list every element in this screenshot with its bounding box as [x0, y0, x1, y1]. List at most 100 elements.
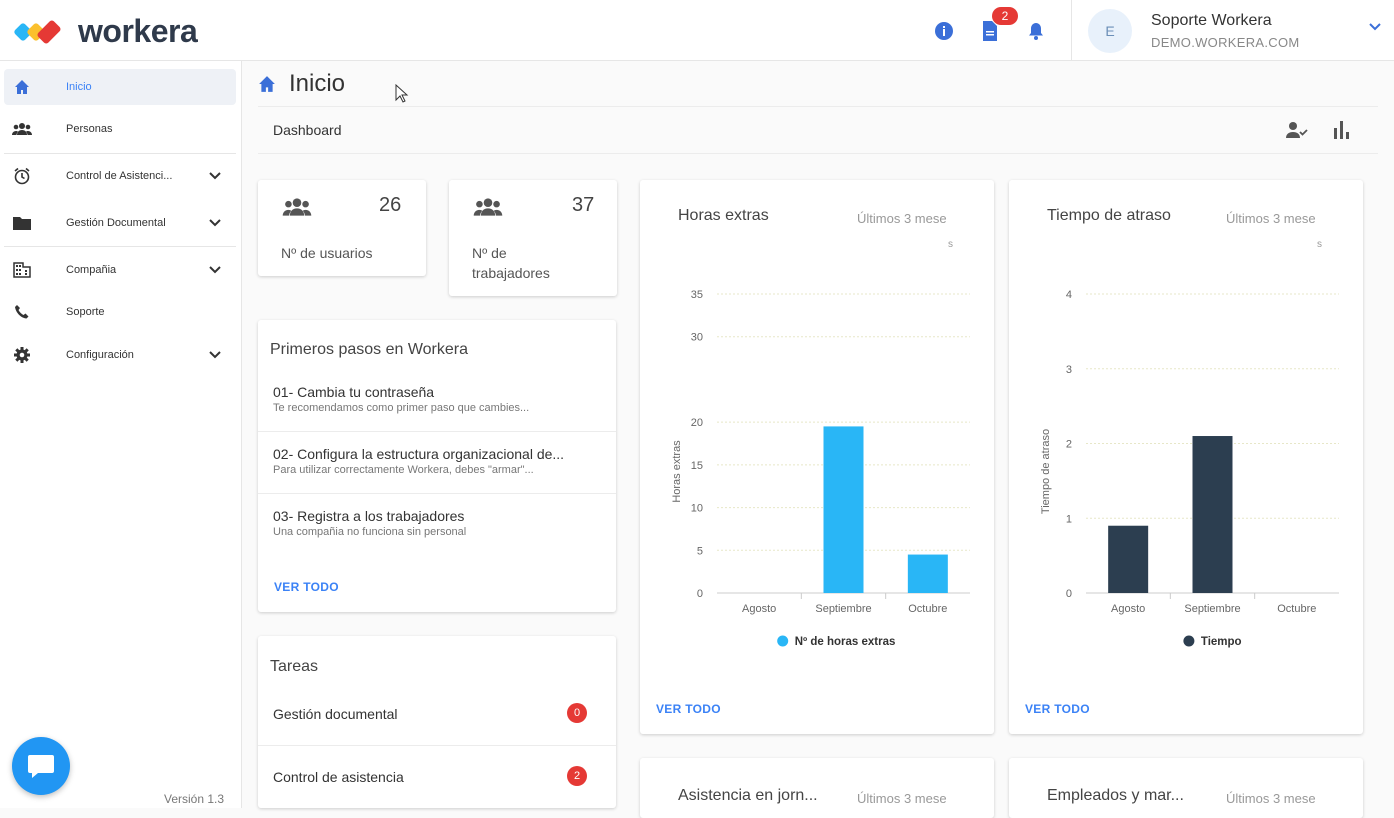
user-menu[interactable]: E Soporte Workera DEMO.WORKERA.COM	[1071, 0, 1394, 61]
step-title: 02- Configura la estructura organizacion…	[273, 446, 565, 462]
x-tick-label: Octubre	[908, 603, 947, 615]
step-desc: Una compañia no funciona sin personal	[273, 526, 467, 538]
bar[interactable]	[823, 426, 864, 593]
breadcrumb: Dashboard	[273, 122, 342, 138]
sidebar-item-compania[interactable]: Compañia	[4, 252, 236, 288]
chat-button[interactable]	[12, 737, 70, 795]
card-period: Últimos 3 mese	[857, 791, 947, 806]
sidebar-item-control-asistencia[interactable]: Control de Asistenci...	[4, 158, 236, 194]
breadcrumb-bar: Dashboard	[258, 106, 1378, 154]
list-item[interactable]: 02- Configura la estructura organizacion…	[258, 432, 616, 494]
workers-count: 37	[572, 194, 595, 216]
view-all-link[interactable]: VER TODO	[656, 702, 721, 716]
task-row[interactable]: Control de asistencia 2	[258, 747, 616, 809]
sidebar-item-label: Soporte	[66, 306, 105, 318]
sidebar-item-inicio[interactable]: Inicio	[4, 69, 236, 105]
cursor-icon	[395, 84, 409, 103]
card-title: Empleados y mar...	[1047, 787, 1184, 804]
sidebar-item-gestion-documental[interactable]: Gestión Documental	[4, 205, 236, 241]
bar[interactable]	[1192, 436, 1233, 593]
version-label: Versión 1.3	[164, 792, 225, 806]
y-tick-label: 15	[691, 460, 703, 472]
bell-icon[interactable]	[1025, 20, 1047, 42]
task-count-badge: 0	[567, 703, 587, 723]
task-row[interactable]: Gestión documental 0	[258, 684, 616, 746]
x-tick-label: Agosto	[1111, 603, 1145, 615]
y-tick-label: 1	[1066, 513, 1072, 525]
building-icon	[12, 260, 32, 280]
phone-icon	[12, 302, 32, 322]
task-label: Control de asistencia	[273, 769, 404, 785]
task-count-badge: 2	[567, 766, 587, 786]
delay-chart-card: Tiempo de atraso Últimos 3 mese s 01234T…	[1009, 180, 1363, 734]
home-icon	[12, 77, 32, 97]
info-icon[interactable]	[933, 20, 955, 42]
sidebar-item-label: Inicio	[66, 81, 92, 93]
alarm-icon	[12, 166, 32, 186]
bar-chart-icon[interactable]	[1333, 120, 1351, 140]
bar[interactable]	[907, 554, 948, 593]
person-check-icon[interactable]	[1286, 121, 1308, 139]
delay-chart: 0 1 2 3 4 Tiempo de atraso Agosto Septiembre Oct…	[1040, 289, 1339, 648]
y-tick-label: 20	[691, 417, 703, 429]
list-item[interactable]: 01- Cambia tu contraseña Te recomendamos…	[258, 370, 616, 432]
folder-icon	[12, 213, 32, 233]
x-tick-label: Septiembre	[1184, 603, 1240, 615]
sidebar-item-label: Configuración	[66, 349, 134, 361]
user-domain: DEMO.WORKERA.COM	[1151, 35, 1300, 50]
employees-card: Empleados y mar... Últimos 3 mese	[1009, 758, 1363, 818]
y-tick-label: 3	[1066, 364, 1072, 376]
y-tick-label: 0	[1066, 588, 1072, 600]
chevron-down-icon[interactable]	[1368, 22, 1382, 32]
sidebar: Inicio Personas Control de Asistenci... …	[0, 61, 242, 808]
workers-label: Nº de trabajadores	[472, 245, 550, 281]
sidebar-item-personas[interactable]: Personas	[4, 111, 236, 147]
legend-label: Nº de horas extras	[795, 636, 896, 648]
chevron-down-icon	[209, 172, 221, 180]
avatar: E	[1088, 9, 1132, 53]
x-tick-label: Agosto	[742, 603, 776, 615]
chevron-down-icon	[209, 266, 221, 274]
users-label: Nº de usuarios	[281, 245, 373, 261]
logo[interactable]: workera	[14, 12, 198, 49]
people-icon	[473, 198, 503, 216]
task-label: Gestión documental	[273, 706, 398, 722]
y-tick-label: 35	[691, 289, 703, 301]
y-tick-label: 4	[1066, 289, 1072, 301]
top-bar: workera 2 E Soporte Workera DEMO.WORKERA…	[0, 0, 1394, 61]
y-tick-label: 5	[697, 545, 703, 557]
y-axis-label: Horas extras	[671, 440, 683, 503]
view-all-link[interactable]: VER TODO	[274, 580, 339, 594]
chevron-down-icon	[209, 351, 221, 359]
users-stat-card: 26 Nº de usuarios	[258, 180, 426, 276]
sidebar-item-label: Personas	[66, 123, 113, 135]
chevron-down-icon	[209, 219, 221, 227]
legend-marker	[1183, 635, 1195, 647]
people-icon	[282, 198, 312, 216]
first-steps-card: Primeros pasos en Workera 01- Cambia tu …	[258, 320, 616, 612]
divider	[4, 153, 236, 154]
step-desc: Para utilizar correctamente Workera, deb…	[273, 464, 534, 476]
view-all-link[interactable]: VER TODO	[1025, 702, 1090, 716]
list-item[interactable]: 03- Registra a los trabajadores Una comp…	[258, 494, 616, 556]
sidebar-item-label: Gestión Documental	[66, 217, 166, 229]
sidebar-item-soporte[interactable]: Soporte	[4, 294, 236, 330]
card-title: Asistencia en jorn...	[678, 787, 818, 804]
people-icon	[12, 119, 32, 139]
legend-marker	[777, 635, 789, 647]
y-tick-label: 10	[691, 503, 703, 515]
step-title: 03- Registra a los trabajadores	[273, 508, 465, 524]
y-tick-label: 2	[1066, 439, 1072, 451]
sidebar-item-label: Control de Asistenci...	[66, 170, 173, 182]
divider	[4, 246, 236, 247]
bar[interactable]	[1108, 525, 1149, 593]
chat-icon	[28, 755, 54, 778]
y-tick-label: 30	[691, 332, 703, 344]
first-steps-title: Primeros pasos en Workera	[270, 341, 468, 358]
x-tick-label: Octubre	[1277, 603, 1316, 615]
workers-stat-card: 37 Nº de trabajadores	[449, 180, 617, 296]
sidebar-item-configuracion[interactable]: Configuración	[4, 337, 236, 373]
brand-name: workera	[78, 12, 198, 49]
sidebar-item-label: Compañia	[66, 264, 117, 276]
document-badge: 2	[992, 7, 1018, 25]
